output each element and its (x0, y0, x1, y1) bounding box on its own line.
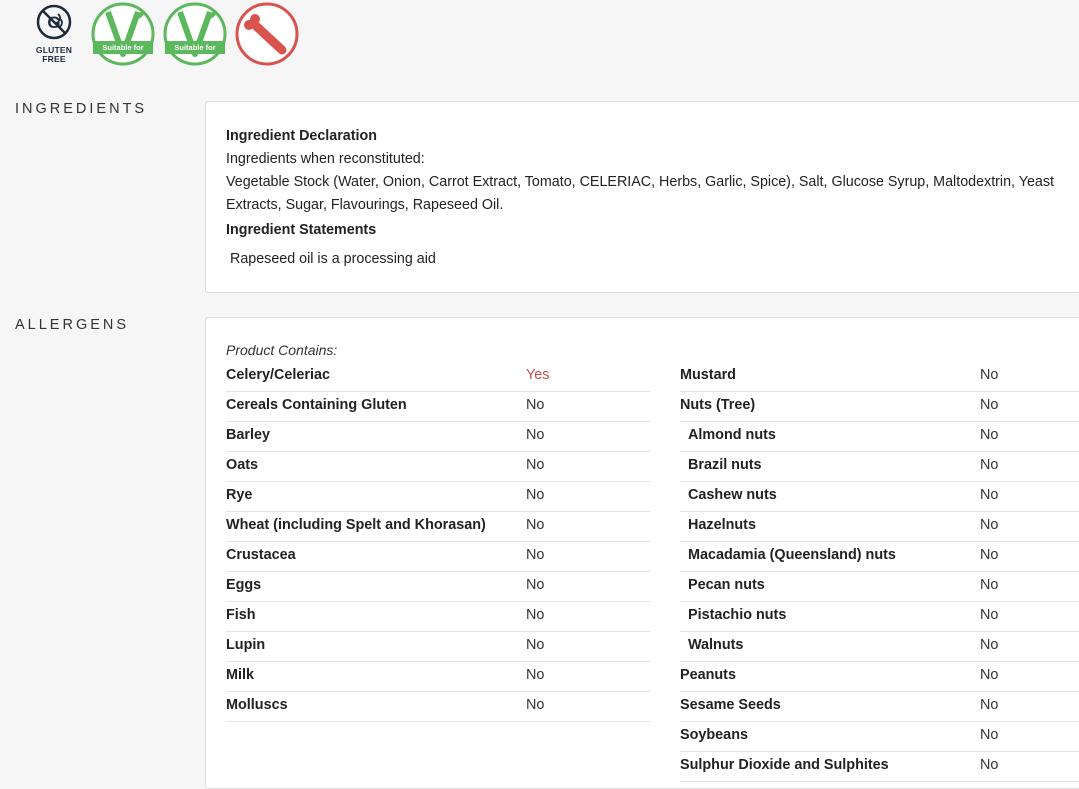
allergens-panel: Product Contains: Celery/Celeriac Yes Cere… (205, 317, 1079, 789)
product-contains-label: Product Contains: (226, 342, 338, 358)
allergen-name: Rye (226, 487, 253, 503)
allergen-value: No (980, 487, 999, 503)
no-meat-icon (235, 2, 299, 66)
allergen-row: Pistachio nuts No (680, 602, 1079, 632)
allergen-name: Sesame Seeds (680, 697, 781, 713)
allergen-row: Walnuts No (680, 632, 1079, 662)
allergen-value: No (526, 697, 545, 713)
allergen-value: No (980, 637, 999, 653)
allergen-row: Macadamia (Queensland) nuts No (680, 542, 1079, 572)
allergen-row: Cereals Containing Gluten No (226, 392, 651, 422)
reconstituted-label: Ingredients when reconstituted: (226, 151, 425, 167)
allergen-row: Pecan nuts No (680, 572, 1079, 602)
ingredient-statement: Rapeseed oil is a processing aid (230, 251, 436, 267)
allergen-value: No (526, 607, 545, 623)
allergen-row: Mustard No (680, 362, 1079, 392)
allergen-name: Cashew nuts (688, 487, 777, 503)
gluten-free-badge: G GLUTEN FREE (28, 2, 80, 64)
allergen-row: Brazil nuts No (680, 452, 1079, 482)
allergen-value: No (526, 577, 545, 593)
allergen-row: Rye No (226, 482, 651, 512)
allergen-value: No (526, 667, 545, 683)
allergen-value: No (980, 367, 999, 383)
allergen-row: Fish No (226, 602, 651, 632)
gluten-free-icon: G (36, 4, 72, 40)
allergen-name: Almond nuts (688, 427, 776, 443)
allergen-value: No (980, 667, 999, 683)
allergen-row: Sulphur Dioxide and Sulphites No (680, 752, 1079, 782)
allergen-value: No (526, 427, 545, 443)
allergen-row: Oats No (226, 452, 651, 482)
allergen-value: No (980, 427, 999, 443)
allergen-row: Peanuts No (680, 662, 1079, 692)
ingredient-list: Vegetable Stock (Water, Onion, Carrot Ex… (226, 174, 1054, 213)
allergen-name: Wheat (including Spelt and Khorasan) (226, 517, 486, 533)
ingredient-declaration-heading: Ingredient Declaration (226, 128, 377, 144)
allergen-list-right: Mustard No Nuts (Tree) No Almond nuts No Brazi… (680, 362, 1079, 782)
allergen-value: No (980, 697, 999, 713)
allergens-section-title: ALLERGENS (15, 317, 130, 333)
allergen-name: Soybeans (680, 727, 748, 743)
allergen-row: Wheat (including Spelt and Khorasan) No (226, 512, 651, 542)
allergen-value: No (980, 577, 999, 593)
allergen-row: Molluscs No (226, 692, 651, 722)
allergen-name: Barley (226, 427, 271, 443)
allergen-name: Oats (226, 457, 258, 473)
allergen-name: Peanuts (680, 667, 736, 683)
allergen-value: No (980, 727, 999, 743)
allergen-list-left: Celery/Celeriac Yes Cereals Containing Glu… (226, 362, 651, 722)
allergen-row: Soybeans No (680, 722, 1079, 752)
allergen-value: No (980, 457, 999, 473)
allergen-row: Milk No (226, 662, 651, 692)
allergen-value: No (526, 517, 545, 533)
allergen-row: Almond nuts No (680, 422, 1079, 452)
allergen-name: Milk (226, 667, 254, 683)
allergen-row: Nuts (Tree) No (680, 392, 1079, 422)
allergen-name: Molluscs (226, 697, 288, 713)
allergen-value: No (526, 397, 545, 413)
vegan-label: Suitable for (174, 43, 216, 52)
allergen-name: Pecan nuts (688, 577, 765, 593)
allergen-value: No (526, 547, 545, 563)
allergen-row: Hazelnuts No (680, 512, 1079, 542)
allergen-value: No (526, 457, 545, 473)
allergen-row: Sesame Seeds No (680, 692, 1079, 722)
allergen-name: Fish (226, 607, 256, 623)
allergen-value: No (526, 637, 545, 653)
ingredients-panel: Ingredient Declaration Ingredients when … (205, 101, 1079, 293)
allergen-name: Celery/Celeriac (226, 367, 331, 383)
ingredient-statements-heading: Ingredient Statements (226, 222, 377, 238)
allergen-name: Cereals Containing Gluten (226, 397, 407, 413)
allergen-value: No (980, 547, 999, 563)
allergen-row: Celery/Celeriac Yes (226, 362, 651, 392)
gluten-free-label: GLUTEN FREE (35, 45, 73, 64)
allergen-value: No (980, 607, 999, 623)
allergen-value: No (980, 397, 999, 413)
allergen-row: Eggs No (226, 572, 651, 602)
allergen-name: Hazelnuts (688, 517, 756, 533)
allergen-name: Walnuts (688, 637, 744, 653)
allergen-name: Lupin (226, 637, 266, 653)
vegetarian-icon (91, 2, 155, 66)
allergen-row: Cashew nuts No (680, 482, 1079, 512)
allergen-row: Lupin No (226, 632, 651, 662)
vegan-icon (163, 2, 227, 66)
allergen-row: Crustacea No (226, 542, 651, 572)
vegetarian-badge: Suitable for (91, 2, 155, 71)
allergen-name: Mustard (680, 367, 736, 383)
allergen-name: Brazil nuts (688, 457, 762, 473)
allergen-value: Yes (526, 367, 550, 383)
allergen-value: No (526, 487, 545, 503)
ingredients-section-title: INGREDIENTS (15, 101, 148, 117)
allergen-name: Macadamia (Queensland) nuts (688, 547, 896, 563)
vegetarian-label: Suitable for (102, 43, 144, 52)
allergen-name: Pistachio nuts (688, 607, 787, 623)
allergen-row: Barley No (226, 422, 651, 452)
vegan-badge: Suitable for (163, 2, 227, 71)
allergen-name: Eggs (226, 577, 262, 593)
no-meat-badge (235, 2, 299, 71)
allergen-name: Crustacea (226, 547, 296, 563)
allergen-value: No (980, 517, 999, 533)
allergen-name: Nuts (Tree) (680, 397, 756, 413)
